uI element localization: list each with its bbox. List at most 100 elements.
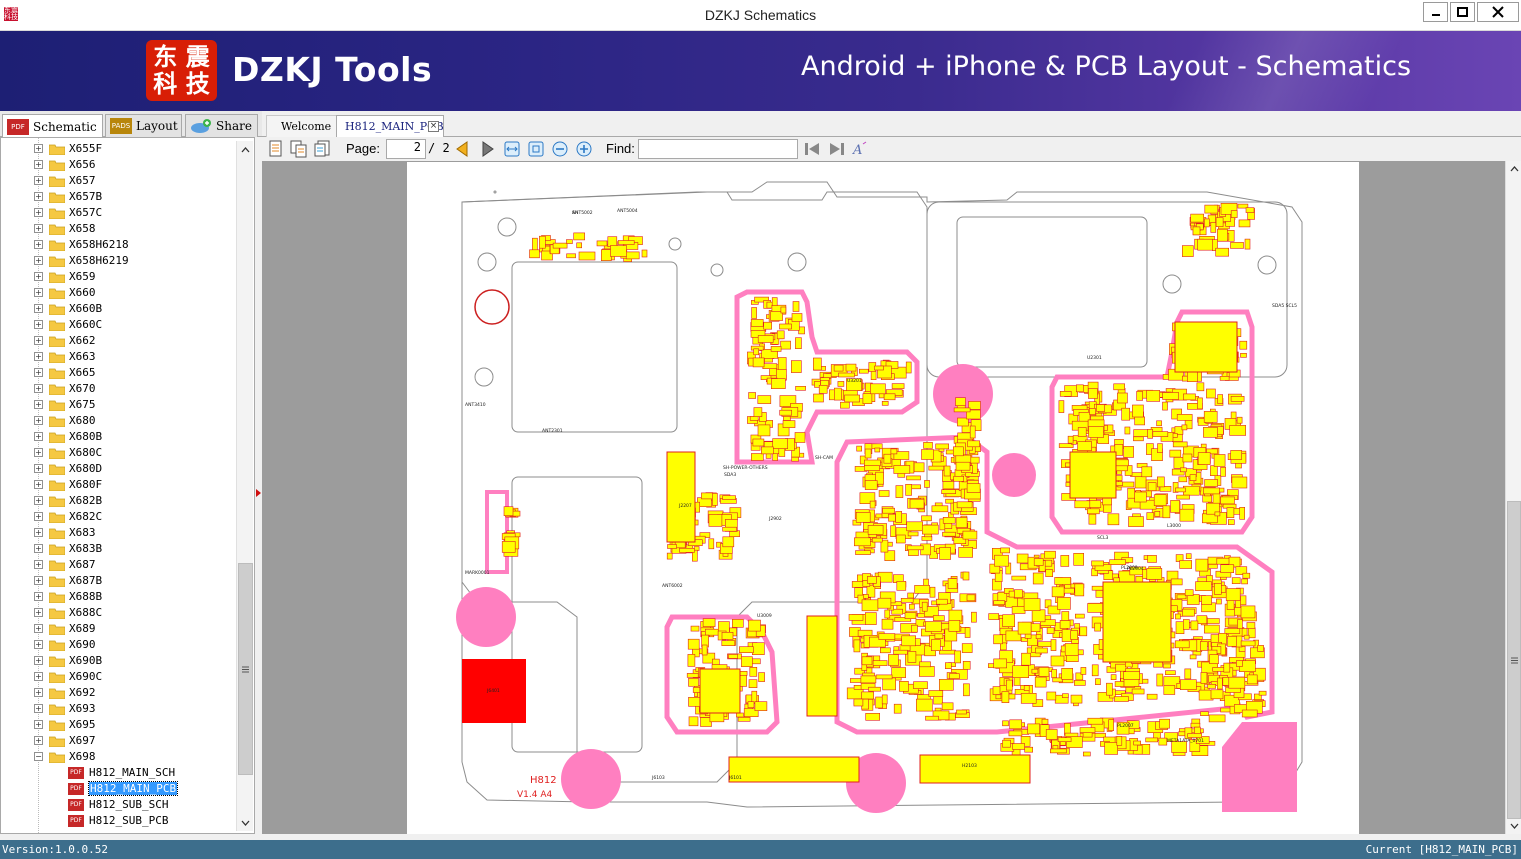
previous-page-button[interactable] [452,139,472,159]
tree-folder[interactable]: + X690C [1,669,235,685]
expand-icon[interactable]: + [34,624,43,633]
tree-folder[interactable]: + X687 [1,557,235,573]
expand-icon[interactable]: + [34,272,43,281]
tab-h812-main-pcb[interactable]: H812_MAIN_PCB × [336,115,444,137]
close-tab-icon[interactable]: × [428,121,439,132]
viewer-scrollbar[interactable] [1505,161,1521,834]
tree-folder[interactable]: + X682C [1,509,235,525]
expand-icon[interactable]: + [34,416,43,425]
tree-folder[interactable]: + X656 [1,157,235,173]
expand-icon[interactable]: + [34,368,43,377]
tree-folder[interactable]: + X655F [1,141,235,157]
tree-folder[interactable]: − X698 [1,749,235,765]
tree-folder[interactable]: + X690B [1,653,235,669]
tab-welcome[interactable]: Welcome [266,115,340,137]
expand-icon[interactable]: + [34,288,43,297]
expand-icon[interactable]: + [34,736,43,745]
fit-page-button[interactable] [526,139,546,159]
expand-icon[interactable]: + [34,336,43,345]
tree-file[interactable]: PDF H812_MAIN_SCH [1,765,235,781]
tree-folder[interactable]: + X680 [1,413,235,429]
tree-folder[interactable]: + X670 [1,381,235,397]
tree-file[interactable]: PDF H812_MAIN_PCB [1,781,235,797]
expand-icon[interactable]: + [34,176,43,185]
tree-folder[interactable]: + X688C [1,605,235,621]
expand-icon[interactable]: + [34,304,43,313]
close-button[interactable] [1477,2,1519,22]
tree-folder[interactable]: + X697 [1,733,235,749]
scroll-up-button[interactable] [1506,161,1521,177]
open-file-button[interactable] [266,139,286,159]
zoom-in-button[interactable] [574,139,594,159]
tree-scrollbar[interactable] [236,141,253,831]
tree-folder[interactable]: + X687B [1,573,235,589]
tree-folder[interactable]: + X665 [1,365,235,381]
tree-folder[interactable]: + X658 [1,221,235,237]
tree-folder[interactable]: + X680C [1,445,235,461]
tree-folder[interactable]: + X690 [1,637,235,653]
expand-icon[interactable]: + [34,352,43,361]
find-previous-button[interactable] [802,139,822,159]
highlight-button[interactable]: A [850,139,870,159]
tab-share[interactable]: Share [185,114,258,137]
find-input[interactable] [638,139,798,159]
expand-icon[interactable]: + [34,208,43,217]
expand-icon[interactable]: + [34,192,43,201]
expand-icon[interactable]: + [34,464,43,473]
next-page-button[interactable] [478,139,498,159]
scroll-up-button[interactable] [237,141,254,158]
expand-icon[interactable]: + [34,688,43,697]
tab-schematic[interactable]: PDF Schematic [2,114,103,138]
page-number-input[interactable]: 2 [386,139,426,159]
tree-folder[interactable]: + X683B [1,541,235,557]
collapse-icon[interactable]: − [34,752,43,761]
scroll-thumb[interactable] [238,563,253,775]
scroll-down-button[interactable] [1506,818,1521,834]
document-viewer[interactable]: ANT5002 ANT5004 ANT3410 ANT2301 ANT6002 U3009… [262,161,1505,834]
expand-icon[interactable]: + [34,544,43,553]
fit-width-button[interactable] [502,139,522,159]
expand-icon[interactable]: + [34,224,43,233]
expand-icon[interactable]: + [34,592,43,601]
expand-icon[interactable]: + [34,144,43,153]
expand-icon[interactable]: + [34,720,43,729]
tree-folder[interactable]: + X692 [1,685,235,701]
expand-icon[interactable]: + [34,560,43,569]
tree-folder[interactable]: + X693 [1,701,235,717]
tab-layout[interactable]: PADS Layout [105,114,182,137]
scroll-thumb[interactable] [1507,501,1521,819]
expand-icon[interactable]: + [34,640,43,649]
expand-icon[interactable]: + [34,240,43,249]
expand-icon[interactable]: + [34,672,43,681]
maximize-button[interactable] [1450,2,1475,22]
tree-file[interactable]: PDF H812_SUB_SCH [1,797,235,813]
expand-icon[interactable]: + [34,496,43,505]
tree-folder[interactable]: + X659 [1,269,235,285]
pages-button[interactable] [313,139,333,159]
expand-icon[interactable]: + [34,256,43,265]
tree-folder[interactable]: + X680B [1,429,235,445]
expand-icon[interactable]: + [34,704,43,713]
expand-icon[interactable]: + [34,528,43,537]
expand-icon[interactable]: + [34,320,43,329]
tree-folder[interactable]: + X663 [1,349,235,365]
expand-icon[interactable]: + [34,576,43,585]
tree-folder[interactable]: + X695 [1,717,235,733]
expand-icon[interactable]: + [34,512,43,521]
tree-folder[interactable]: + X657C [1,205,235,221]
panel-splitter[interactable] [255,137,262,834]
expand-icon[interactable]: + [34,160,43,169]
find-next-button[interactable] [827,139,847,159]
tree-folder[interactable]: + X657 [1,173,235,189]
expand-icon[interactable]: + [34,432,43,441]
collapse-arrow-icon[interactable] [256,489,261,497]
tree-folder[interactable]: + X680D [1,461,235,477]
tree-folder[interactable]: + X682B [1,493,235,509]
tree-folder[interactable]: + X658H6218 [1,237,235,253]
tree-folder[interactable]: + X660B [1,301,235,317]
expand-icon[interactable]: + [34,400,43,409]
tree-folder[interactable]: + X680F [1,477,235,493]
tree-folder[interactable]: + X689 [1,621,235,637]
expand-icon[interactable]: + [34,480,43,489]
tree-file[interactable]: PDF H812_SUB_PCB [1,813,235,829]
